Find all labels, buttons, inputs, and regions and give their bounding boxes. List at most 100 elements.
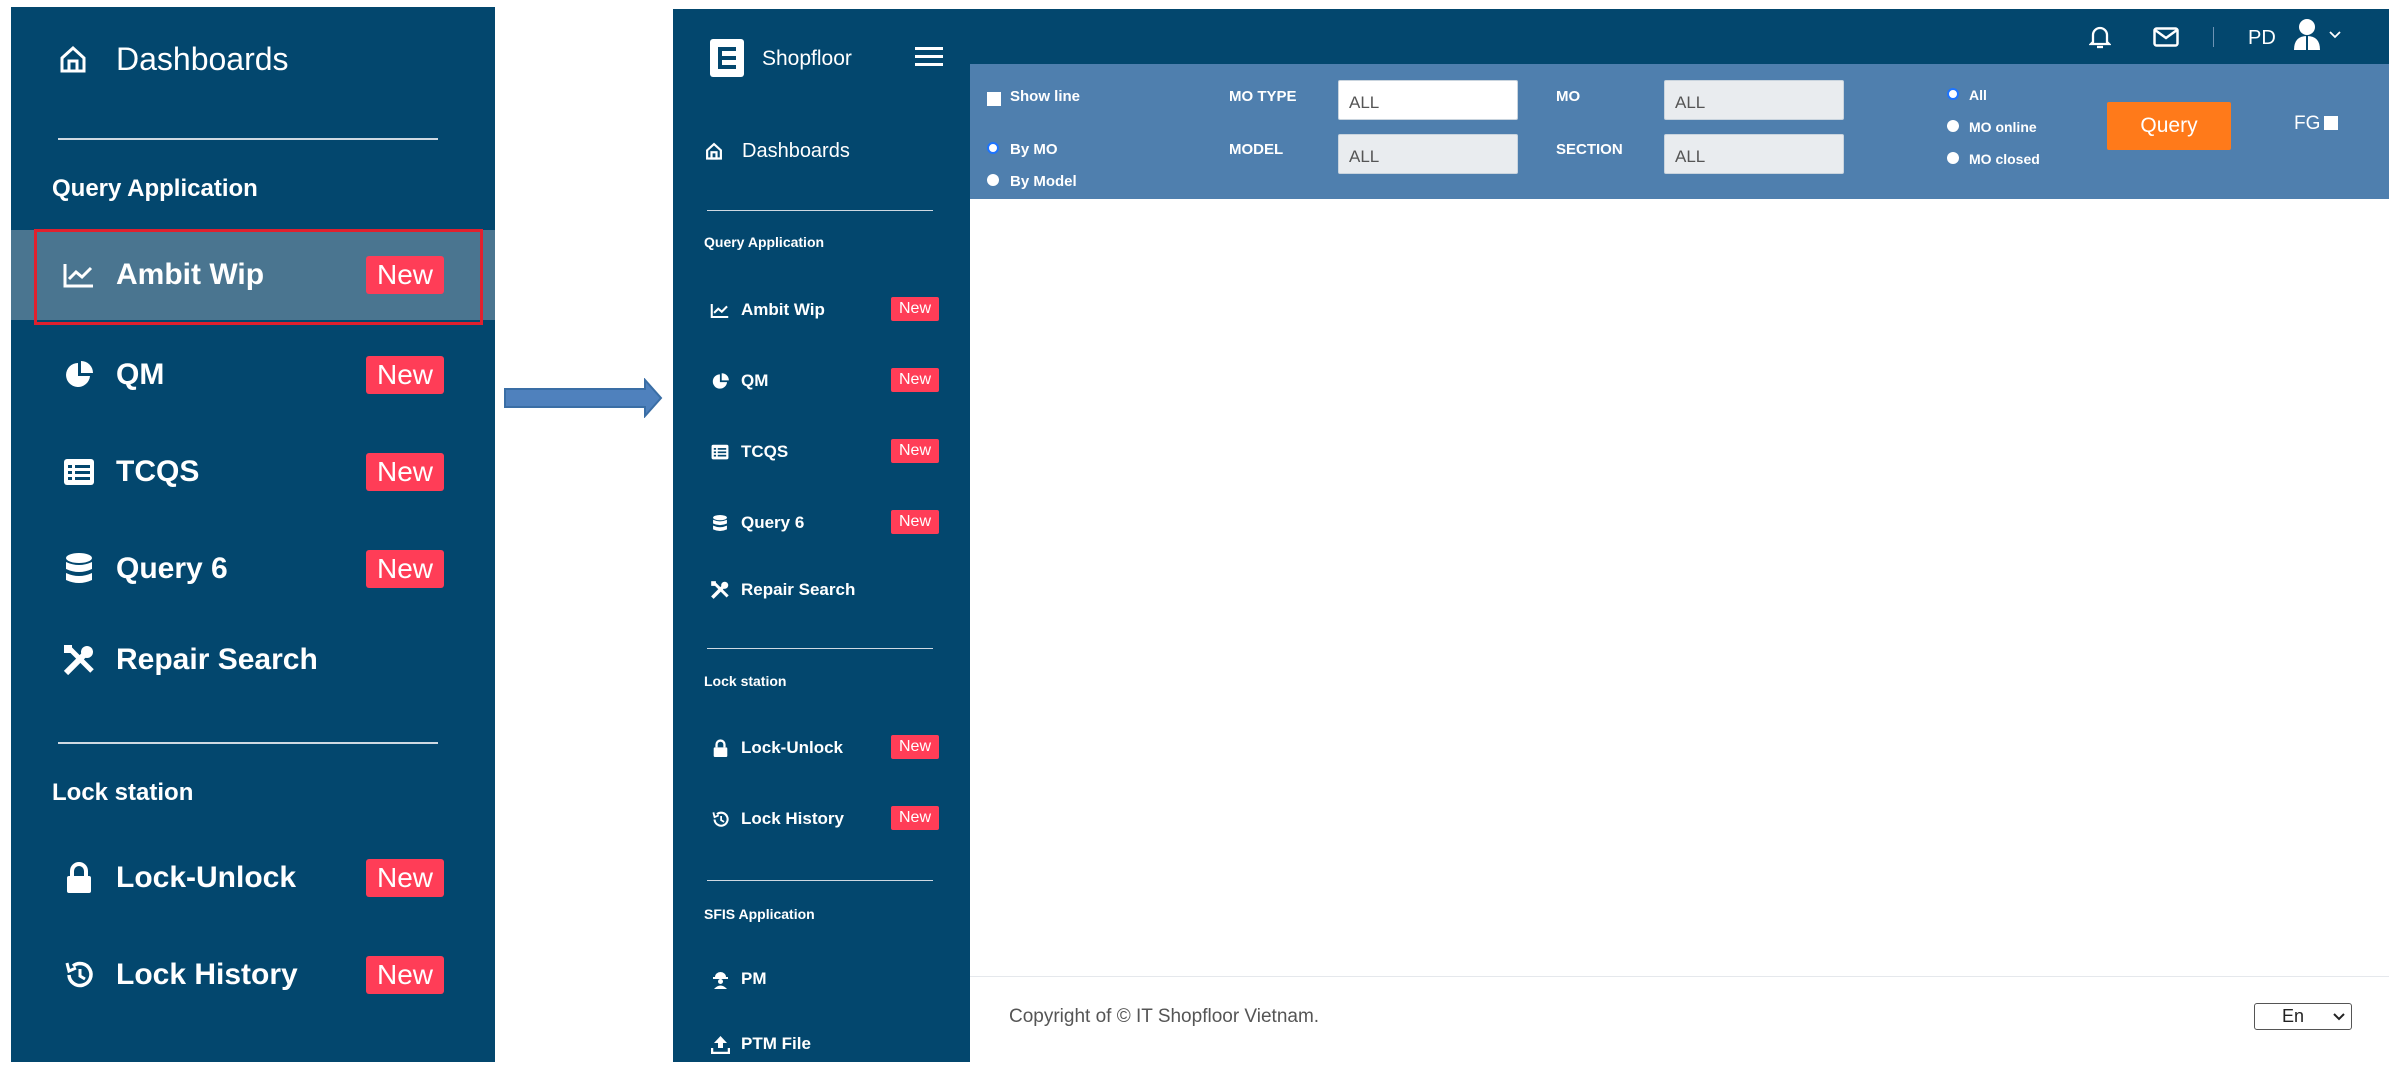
upload-icon — [709, 1033, 731, 1055]
sidebar-item-label: PTM File — [741, 1034, 811, 1053]
status-all-radio[interactable] — [1947, 88, 1959, 100]
pie-chart-icon — [709, 370, 731, 392]
lock-icon — [709, 737, 731, 759]
mo-input[interactable]: ALL — [1664, 80, 1844, 120]
arrow-right-icon — [504, 378, 663, 418]
user-initials[interactable]: PD — [2248, 27, 2276, 50]
sidebar-item-label: Lock History — [741, 809, 844, 828]
database-icon — [709, 512, 731, 534]
zoom-dashboards-item[interactable]: Dashboards — [11, 14, 495, 104]
status-online-label: MO online — [1969, 119, 2037, 135]
status-all-label: All — [1969, 87, 1987, 103]
sidebar-item-ambit-wip[interactable]: Ambit Wip New — [673, 285, 970, 335]
tools-icon — [709, 579, 731, 601]
sidebar-item-pm[interactable]: PM — [673, 954, 970, 1004]
zoom-sidebar-item-lock-unlock[interactable]: Lock-Unlock New — [11, 833, 495, 923]
home-icon — [53, 39, 93, 79]
sidebar-item-label: TCQS — [741, 442, 789, 461]
home-icon — [703, 140, 725, 162]
sidebar-item-lock-history[interactable]: Lock History New — [673, 794, 970, 844]
sidebar-item-qm[interactable]: QM New — [673, 356, 970, 406]
zoom-query-section-title: Query Application — [52, 175, 258, 202]
hamburger-menu-icon[interactable] — [915, 46, 943, 68]
new-badge: New — [366, 859, 444, 897]
zoom-sidebar-item-tcqs[interactable]: TCQS New — [11, 427, 495, 517]
sidebar-item-tcqs[interactable]: TCQS New — [673, 427, 970, 477]
sidebar-item-label: Query 6 — [741, 513, 805, 532]
pie-chart-icon — [59, 355, 99, 395]
highlight-box — [34, 229, 483, 325]
list-icon — [59, 452, 99, 492]
zoom-item-label: Lock-Unlock — [116, 861, 297, 894]
sidebar-item-repair-search[interactable]: Repair Search — [673, 565, 970, 615]
sidebar-item-label: PM — [741, 969, 767, 988]
new-badge: New — [366, 956, 444, 994]
section-label: SECTION — [1556, 141, 1623, 158]
by-mo-radio[interactable] — [987, 142, 999, 154]
chevron-down-icon — [2333, 1013, 2345, 1021]
zoom-item-label: TCQS — [116, 455, 200, 488]
show-line-checkbox[interactable] — [987, 92, 1001, 106]
mo-label: MO — [1556, 88, 1581, 105]
zoom-item-label: QM — [116, 358, 165, 391]
zoomed-sidebar: Dashboards Query Application Ambit Wip N… — [11, 7, 495, 1062]
query-button[interactable]: Query — [2107, 102, 2231, 150]
chart-line-icon — [709, 299, 731, 321]
fg-checkbox[interactable] — [2324, 116, 2338, 130]
new-badge: New — [891, 735, 939, 759]
sidebar-item-query-6[interactable]: Query 6 New — [673, 498, 970, 548]
logo-icon — [709, 38, 745, 78]
show-line-label: Show line — [1010, 88, 1081, 105]
status-online-radio[interactable] — [1947, 120, 1959, 132]
mail-icon[interactable] — [2153, 27, 2179, 47]
sidebar-item-label: Repair Search — [741, 580, 856, 599]
sfis-section-title: SFIS Application — [704, 906, 815, 922]
status-closed-radio[interactable] — [1947, 152, 1959, 164]
section-input[interactable]: ALL — [1664, 134, 1844, 174]
zoom-sidebar-item-lock-history[interactable]: Lock History New — [11, 930, 495, 1020]
sidebar-item-label: Lock-Unlock — [741, 738, 844, 757]
language-select[interactable]: En — [2254, 1003, 2352, 1030]
divider — [58, 742, 438, 744]
model-label: MODEL — [1229, 141, 1284, 158]
database-icon — [59, 549, 99, 589]
sidebar-item-label: Dashboards — [742, 140, 850, 162]
zoom-item-label: Query 6 — [116, 552, 228, 585]
zoom-sidebar-item-repair-search[interactable]: Repair Search — [11, 615, 495, 705]
new-badge: New — [891, 297, 939, 321]
divider — [707, 210, 933, 211]
zoom-sidebar-item-query-6[interactable]: Query 6 New — [11, 524, 495, 614]
lock-icon — [59, 858, 99, 898]
divider — [707, 648, 933, 649]
sidebar-item-label: Ambit Wip — [741, 300, 825, 319]
fg-label: FG — [2294, 113, 2321, 134]
model-input[interactable]: ALL — [1338, 134, 1518, 174]
new-badge: New — [891, 806, 939, 830]
sidebar-item-dashboards[interactable]: Dashboards — [673, 126, 970, 176]
zoom-lock-section-title: Lock station — [52, 779, 194, 806]
zoom-item-label: Repair Search — [116, 643, 318, 676]
zoom-item-label: Lock History — [116, 958, 298, 991]
divider — [707, 880, 933, 881]
copyright-text: Copyright of © IT Shopfloor Vietnam. — [1009, 1006, 1320, 1027]
sidebar-item-lock-unlock[interactable]: Lock-Unlock New — [673, 723, 970, 773]
divider — [2213, 27, 2214, 47]
brand-name: Shopfloor — [762, 47, 852, 70]
mo-type-input[interactable]: ALL — [1338, 80, 1518, 120]
language-value: En — [2282, 1006, 2305, 1026]
by-mo-label: By MO — [1010, 141, 1058, 158]
query-section-title: Query Application — [704, 234, 825, 250]
chevron-down-icon[interactable] — [2329, 27, 2341, 39]
user-avatar-icon[interactable] — [2292, 18, 2322, 50]
tools-icon — [59, 640, 99, 680]
zoom-sidebar-item-qm[interactable]: QM New — [11, 330, 495, 420]
by-model-label: By Model — [1010, 173, 1077, 190]
bell-icon[interactable] — [2088, 24, 2112, 50]
footer-divider — [970, 976, 2389, 977]
worker-icon — [709, 968, 731, 990]
status-closed-label: MO closed — [1969, 151, 2040, 167]
lock-section-title: Lock station — [704, 673, 787, 689]
new-badge: New — [366, 550, 444, 588]
zoom-dashboards-label: Dashboards — [116, 40, 289, 77]
by-model-radio[interactable] — [987, 174, 999, 186]
